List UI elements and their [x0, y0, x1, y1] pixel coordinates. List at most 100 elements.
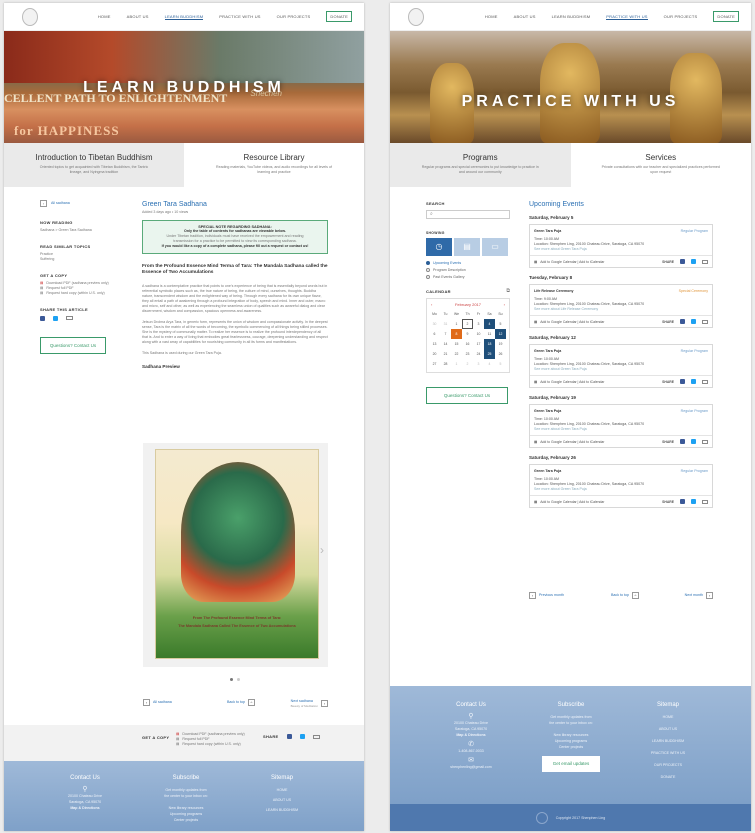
facebook-icon[interactable]	[680, 259, 685, 264]
sitemap-link[interactable]: LEARN BUDDHISM	[252, 807, 312, 813]
map-directions-link[interactable]: Map & Directions	[52, 805, 118, 811]
filter-upcoming[interactable]: Upcoming Events	[426, 261, 510, 265]
add-calendar-links[interactable]: Add to Google Calendar | Add to iCalenda…	[540, 500, 604, 504]
sitemap-link[interactable]: LEARN BUDDHISM	[636, 738, 700, 744]
calendar-day[interactable]: 30	[429, 319, 440, 329]
event-name[interactable]: Green Tara Puja	[534, 469, 561, 474]
sitemap-link[interactable]: ABOUT US	[636, 726, 700, 732]
event-more-link[interactable]: See more about Green Tara Puja	[534, 247, 708, 252]
sitemap-link[interactable]: PRACTICE WITH US	[636, 750, 700, 756]
calendar-day[interactable]: 3	[473, 319, 484, 329]
event-name[interactable]: Life Release Ceremony	[534, 289, 574, 294]
facebook-icon[interactable]	[680, 319, 685, 324]
facebook-icon[interactable]	[680, 499, 685, 504]
sitemap-link[interactable]: DONATE	[636, 774, 700, 780]
calendar-day[interactable]: 26	[495, 349, 506, 359]
back-to-top-link[interactable]: Back to top ^	[227, 699, 255, 706]
add-calendar-links[interactable]: Add to Google Calendar | Add to iCalenda…	[540, 260, 604, 264]
event-more-link[interactable]: See more about Green Tara Puja	[534, 487, 708, 492]
calendar-day[interactable]: 23	[462, 349, 473, 359]
calendar-day[interactable]: 2	[462, 319, 473, 329]
logo-icon[interactable]	[408, 8, 424, 26]
calendar-day[interactable]: 11	[484, 329, 495, 339]
calendar-day[interactable]: 17	[473, 339, 484, 349]
logo-icon[interactable]	[22, 8, 38, 26]
calendar-day[interactable]: 31	[440, 319, 451, 329]
sitemap-link[interactable]: HOME	[636, 714, 700, 720]
event-name[interactable]: Green Tara Puja	[534, 409, 561, 414]
calendar-day[interactable]: 24	[473, 349, 484, 359]
calendar-day[interactable]: 15	[451, 339, 462, 349]
search-input[interactable]: ⌕	[426, 210, 510, 219]
nav-home[interactable]: HOME	[98, 14, 111, 19]
facebook-icon[interactable]	[680, 379, 685, 384]
sadhana-preview-carousel[interactable]: From The Profound Essence Mind Terma of …	[143, 443, 328, 667]
prev-sadhana-link[interactable]: ‹ All sadhana	[143, 699, 172, 706]
nav-practice[interactable]: PRACTICE WITH US	[219, 14, 260, 19]
nav-about[interactable]: ABOUT US	[127, 14, 149, 19]
copy-item-hard[interactable]: ▤ Request hard copy (within U.S. only)	[40, 291, 126, 296]
calendar-day-event[interactable]: 25	[484, 349, 495, 359]
calendar-day[interactable]: 5	[495, 359, 506, 369]
email-icon[interactable]	[312, 734, 320, 739]
filter-gallery[interactable]: Past Events Gallery	[426, 275, 510, 279]
back-to-top-link[interactable]: Back to top ^	[611, 592, 639, 599]
nav-about[interactable]: ABOUT US	[514, 14, 536, 19]
clock-icon[interactable]: ◷	[426, 238, 452, 256]
email-icon[interactable]	[702, 379, 708, 384]
calendar-day[interactable]: 19	[495, 339, 506, 349]
calendar-day[interactable]: 1	[451, 359, 462, 369]
twitter-icon[interactable]	[691, 319, 696, 324]
calendar-day[interactable]: 1	[451, 319, 462, 329]
sitemap-link[interactable]: HOME	[252, 787, 312, 793]
nav-learn[interactable]: LEARN BUDDHISM	[552, 14, 591, 19]
sitemap-link[interactable]: OUR PROJECTS	[636, 762, 700, 768]
tab-programs[interactable]: Programs Regular programs and special ce…	[390, 143, 571, 187]
twitter-icon[interactable]	[53, 316, 58, 321]
email-updates-button[interactable]: Get email updates	[542, 756, 600, 772]
calendar-day-special[interactable]: 8	[451, 329, 462, 339]
calendar-day[interactable]: 28	[440, 359, 451, 369]
calendar-day[interactable]: 13	[429, 339, 440, 349]
email-icon[interactable]	[702, 439, 708, 444]
phone-number[interactable]: 1-408-867-0033	[438, 748, 504, 754]
next-sadhana-link[interactable]: Next sadhana Beauty of Meditation ›	[291, 699, 328, 708]
event-name[interactable]: Green Tara Puja	[534, 349, 561, 354]
contact-us-button[interactable]: Questions? Contact Us	[426, 387, 508, 404]
sitemap-link[interactable]: ABOUT US	[252, 797, 312, 803]
contact-us-button[interactable]: Questions? Contact Us	[40, 337, 106, 354]
facebook-icon[interactable]	[680, 439, 685, 444]
twitter-icon[interactable]	[691, 439, 696, 444]
gallery-icon[interactable]: ▭	[482, 238, 508, 256]
donate-button[interactable]: DONATE	[713, 11, 739, 22]
calendar-day[interactable]: 9	[462, 329, 473, 339]
calendar-day-event[interactable]: 4	[484, 319, 495, 329]
calendar-day[interactable]: 22	[451, 349, 462, 359]
email-address[interactable]: shenphenling@gmail.com	[438, 764, 504, 770]
map-directions-link[interactable]: Map & Directions	[438, 732, 504, 738]
twitter-icon[interactable]	[691, 379, 696, 384]
filter-description[interactable]: Program Description	[426, 268, 510, 272]
copy-bar-hard[interactable]: ▤ Request hard copy (within U.S. only)	[176, 742, 245, 747]
nav-practice[interactable]: PRACTICE WITH US	[606, 14, 648, 20]
event-more-link[interactable]: See more about Green Tara Puja	[534, 367, 708, 372]
calendar-day[interactable]: 5	[495, 319, 506, 329]
calendar-day[interactable]: 10	[473, 329, 484, 339]
prev-month-link[interactable]: ‹ Previous month	[529, 592, 564, 599]
nav-projects[interactable]: OUR PROJECTS	[664, 14, 698, 19]
list-icon[interactable]: ▤	[454, 238, 480, 256]
add-calendar-links[interactable]: Add to Google Calendar | Add to iCalenda…	[540, 380, 604, 384]
chevron-right-icon[interactable]: ›	[504, 302, 505, 307]
calendar-day[interactable]: 16	[462, 339, 473, 349]
external-link-icon[interactable]: ⧉	[506, 288, 510, 294]
calendar-day-event[interactable]: 18	[484, 339, 495, 349]
facebook-icon[interactable]	[286, 734, 292, 739]
calendar-day[interactable]: 21	[440, 349, 451, 359]
chevron-right-icon[interactable]: ›	[320, 543, 324, 557]
donate-button[interactable]: DONATE	[326, 11, 352, 22]
calendar-day[interactable]: 20	[429, 349, 440, 359]
next-month-link[interactable]: Next month ›	[685, 592, 713, 599]
similar-topic[interactable]: Suffering	[40, 257, 126, 262]
email-icon[interactable]	[702, 499, 708, 504]
twitter-icon[interactable]	[299, 734, 305, 739]
